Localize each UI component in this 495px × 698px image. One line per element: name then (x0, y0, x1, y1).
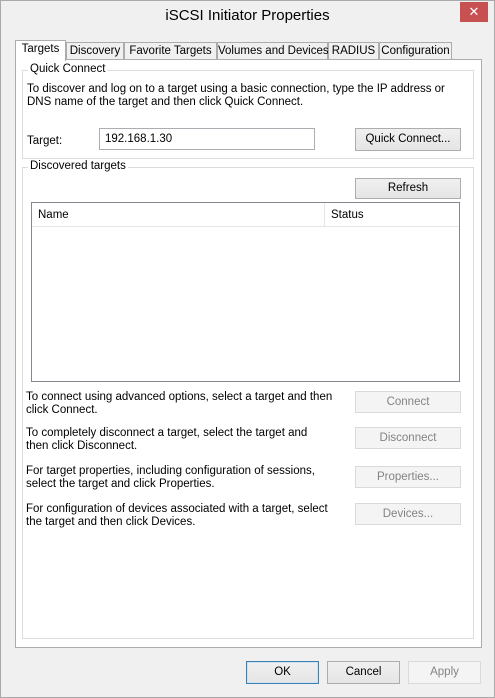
close-button[interactable]: ✕ (460, 2, 488, 22)
discovered-targets-legend: Discovered targets (28, 160, 128, 172)
tab-discovery[interactable]: Discovery (66, 42, 124, 60)
quick-connect-legend: Quick Connect (28, 63, 108, 75)
quick-connect-button[interactable]: Quick Connect... (355, 128, 461, 151)
discovered-targets-list[interactable]: Name Status (31, 202, 460, 382)
cancel-button[interactable]: Cancel (327, 661, 400, 684)
disconnect-instructions-line1: To completely disconnect a target, selec… (26, 427, 308, 439)
target-input[interactable] (99, 128, 315, 150)
tab-radius[interactable]: RADIUS (328, 42, 379, 60)
disconnect-instructions: To completely disconnect a target, selec… (26, 427, 336, 453)
window-title: iSCSI Initiator Properties (165, 7, 330, 24)
tab-favorite-targets[interactable]: Favorite Targets (124, 42, 217, 60)
properties-instructions: For target properties, including configu… (26, 465, 336, 491)
connect-instructions-line2: click Connect. (26, 404, 98, 416)
tab-volumes-and-devices[interactable]: Volumes and Devices (217, 42, 329, 60)
tab-targets[interactable]: Targets (15, 40, 66, 61)
tab-configuration[interactable]: Configuration (379, 42, 452, 60)
disconnect-instructions-line2: then click Disconnect. (26, 440, 138, 452)
list-header: Name Status (32, 203, 459, 227)
ok-button[interactable]: OK (246, 661, 319, 684)
disconnect-button[interactable]: Disconnect (355, 427, 461, 449)
target-label: Target: (27, 135, 63, 147)
quick-connect-description: To discover and log on to a target using… (27, 83, 471, 109)
tab-strip: Targets Discovery Favorite Targets Volum… (15, 40, 485, 61)
title-bar: iSCSI Initiator Properties ✕ (1, 1, 494, 31)
quick-connect-description-line2: DNS name of the target and then click Qu… (27, 96, 304, 108)
properties-button[interactable]: Properties... (355, 466, 461, 488)
connect-button[interactable]: Connect (355, 391, 461, 413)
column-header-status[interactable]: Status (325, 203, 461, 227)
close-icon: ✕ (468, 4, 480, 19)
discovered-targets-group: Discovered targets Refresh Name Status T… (22, 160, 474, 639)
targets-tab-panel: Quick Connect To discover and log on to … (15, 59, 482, 648)
properties-instructions-line1: For target properties, including configu… (26, 465, 315, 477)
devices-instructions-line2: the target and then click Devices. (26, 516, 196, 528)
quick-connect-group: Quick Connect To discover and log on to … (22, 63, 474, 159)
apply-button[interactable]: Apply (408, 661, 481, 684)
connect-instructions: To connect using advanced options, selec… (26, 391, 336, 417)
devices-button[interactable]: Devices... (355, 503, 461, 525)
devices-instructions: For configuration of devices associated … (26, 503, 336, 529)
iscsi-initiator-properties-dialog: iSCSI Initiator Properties ✕ Targets Dis… (0, 0, 495, 698)
connect-instructions-line1: To connect using advanced options, selec… (26, 391, 333, 403)
quick-connect-description-line1: To discover and log on to a target using… (27, 83, 445, 95)
devices-instructions-line1: For configuration of devices associated … (26, 503, 328, 515)
refresh-button[interactable]: Refresh (355, 178, 461, 199)
column-header-name[interactable]: Name (32, 203, 324, 227)
properties-instructions-line2: select the target and click Properties. (26, 478, 215, 490)
